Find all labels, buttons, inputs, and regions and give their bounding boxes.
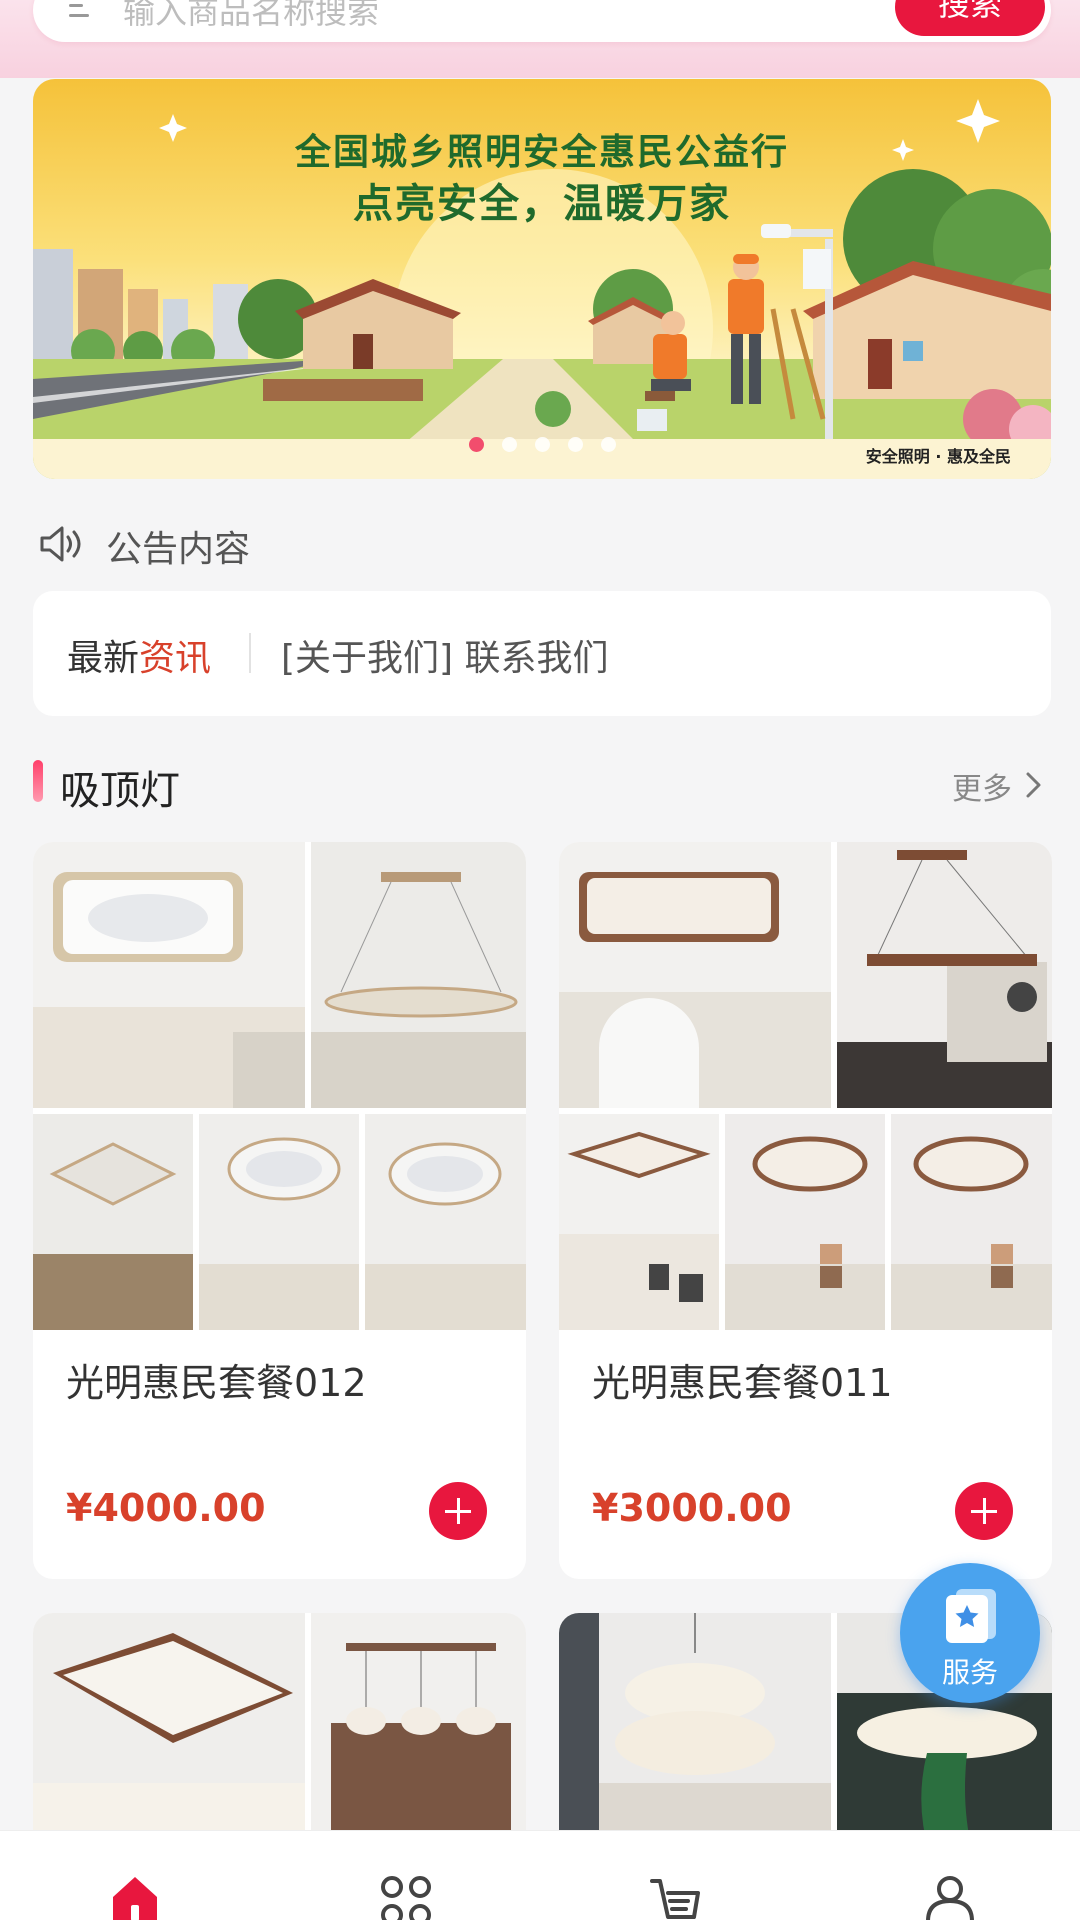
product-name: 光明惠民套餐011: [592, 1361, 893, 1405]
cart-icon[interactable]: [648, 1875, 704, 1920]
section-accent-bar: [33, 760, 43, 802]
product-image: [837, 842, 1052, 1108]
news-headline[interactable]: [关于我们] 联系我们: [281, 629, 609, 681]
section-title: 吸顶灯: [60, 768, 180, 814]
user-icon[interactable]: [922, 1875, 978, 1920]
bottom-tab-bar: [0, 1830, 1080, 1920]
speaker-icon: [40, 526, 81, 562]
product-image: [199, 1114, 359, 1330]
banner-dot[interactable]: [600, 437, 616, 452]
product-image: [33, 1114, 193, 1330]
add-to-cart-button[interactable]: [955, 1482, 1013, 1540]
product-image: [725, 1114, 885, 1330]
banner-dot[interactable]: [534, 437, 550, 452]
product-image: [365, 1114, 526, 1330]
product-price: ¥4000.00: [66, 1486, 266, 1530]
service-button[interactable]: 服务: [900, 1563, 1040, 1703]
news-label: 最新资讯: [67, 629, 211, 681]
search-bar[interactable]: 搜索: [33, 0, 1051, 42]
news-label-highlight: 资讯: [139, 638, 212, 679]
chevron-right-icon[interactable]: [1024, 770, 1044, 800]
notice-text: 公告内容: [106, 529, 251, 570]
more-link[interactable]: 更多: [952, 764, 1012, 808]
divider: [249, 633, 251, 673]
product-image-large: [559, 842, 831, 1108]
banner-title-line1: 全国城乡照明安全惠民公益行: [294, 132, 789, 173]
product-image: [891, 1114, 1052, 1330]
service-card-icon: [946, 1589, 996, 1643]
search-input[interactable]: [123, 0, 823, 42]
product-image: [311, 842, 526, 1108]
banner-dot[interactable]: [501, 437, 517, 452]
home-icon[interactable]: [107, 1875, 163, 1920]
product-image-large: [33, 842, 305, 1108]
search-button[interactable]: 搜索: [895, 0, 1045, 36]
product-card[interactable]: 光明惠民套餐011 ¥3000.00: [559, 842, 1052, 1579]
banner-caption: 安全照明 · 惠及全民: [865, 447, 1011, 466]
product-image: [559, 1114, 719, 1330]
add-to-cart-button[interactable]: [429, 1482, 487, 1540]
category-icon[interactable]: [378, 1875, 434, 1920]
product-name: 光明惠民套餐012: [66, 1361, 367, 1405]
product-card[interactable]: 光明惠民套餐012 ¥4000.00: [33, 842, 526, 1579]
product-price: ¥3000.00: [592, 1486, 792, 1530]
banner-title-line2: 点亮安全，温暖万家: [353, 181, 731, 227]
service-label: 服务: [941, 1656, 998, 1689]
news-card[interactable]: 最新资讯 [关于我们] 联系我们: [33, 591, 1051, 716]
news-label-prefix: 最新: [67, 638, 140, 679]
search-icon: [69, 4, 89, 17]
banner-dot[interactable]: [567, 437, 583, 452]
banner-dot[interactable]: [468, 437, 484, 452]
promo-banner[interactable]: 全国城乡照明安全惠民公益行 点亮安全，温暖万家 安全照明 · 惠及全民: [33, 79, 1051, 479]
